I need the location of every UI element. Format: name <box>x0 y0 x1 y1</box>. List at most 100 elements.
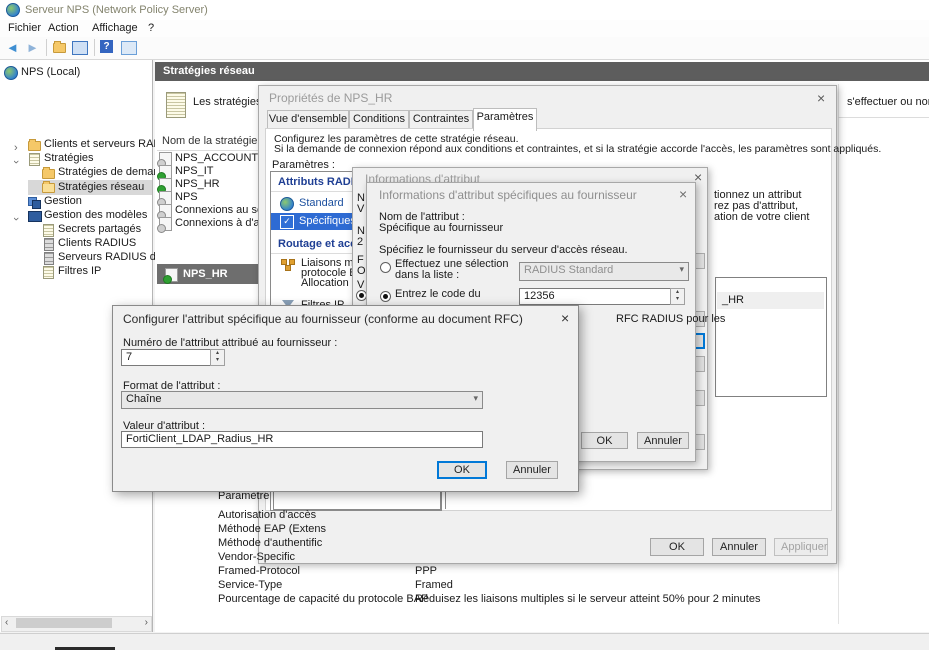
properties-window-icon[interactable] <box>121 41 137 55</box>
tree-item-label: Gestion des modèles <box>44 209 148 221</box>
select-from-list-label-line2: dans la liste : <box>395 269 460 281</box>
attribute-format-value: Chaîne <box>126 393 162 405</box>
attribute-value-listbox[interactable]: _HR <box>715 277 827 397</box>
templates-monitor-icon <box>28 211 42 222</box>
vendor-select-combobox[interactable]: RADIUS Standard ▾ <box>519 262 689 281</box>
tree-item-label: Gestion <box>44 195 82 207</box>
export-list-icon[interactable] <box>53 41 66 53</box>
close-icon[interactable]: × <box>817 91 825 105</box>
vendor-cancel-button[interactable]: Annuler <box>637 432 689 449</box>
tree-item-label: Filtres IP <box>58 265 102 277</box>
results-header-title: Stratégies réseau <box>163 65 255 77</box>
help-icon[interactable]: ? <box>100 40 113 53</box>
open-folder-icon <box>42 181 55 193</box>
nps-globe-icon <box>4 66 18 80</box>
policy-disabled-icon <box>157 191 172 207</box>
tree-item-label: Stratégies réseau <box>58 181 145 193</box>
back-fragment-v1: V <box>357 203 365 215</box>
rfc-attribute-dialog: Configurer l'attribut spécifique au four… <box>112 305 579 492</box>
policy-list-header[interactable]: Nom de la stratégie <box>162 135 257 148</box>
scroll-right-icon[interactable]: › <box>145 617 148 628</box>
folder-icon <box>42 167 55 179</box>
detail-row-value: PPP <box>415 565 438 577</box>
scroll-icon <box>29 153 40 166</box>
menu-help[interactable]: ? <box>148 22 154 35</box>
folder-icon <box>28 139 41 151</box>
window-title: Serveur NPS (Network Policy Server) <box>25 4 208 16</box>
policy-disabled-icon <box>157 152 172 168</box>
tree-horizontal-scrollbar[interactable]: ‹ › <box>1 616 152 632</box>
attribute-number-input[interactable]: 7 <box>121 349 211 366</box>
vendor-code-value: 12356 <box>524 290 555 302</box>
detail-row-label: Vendor-Specific <box>218 551 296 563</box>
tab-parametres[interactable]: Paramètres <box>473 108 537 131</box>
detail-row-label: Autorisation d'accès <box>218 509 317 521</box>
tree-item-strategies[interactable]: › Stratégies <box>10 152 94 170</box>
tab-conditions[interactable]: Conditions <box>349 110 409 130</box>
policy-disabled-icon <box>157 204 172 220</box>
policy-disabled-icon <box>157 217 172 233</box>
tree-item-label: Secrets partagés <box>58 223 142 235</box>
policy-enabled-icon <box>157 165 172 181</box>
tree-item-strategies-reseau[interactable]: Stratégies réseau <box>28 180 152 195</box>
app-globe-icon <box>6 3 20 17</box>
tree-item-gestion-modeles[interactable]: › Gestion des modèles <box>10 209 147 227</box>
chevron-down-icon[interactable]: › <box>10 217 22 221</box>
attribute-value-text: FortiClient_LDAP_Radius_HR <box>126 433 274 445</box>
close-icon[interactable]: × <box>561 311 569 325</box>
vendor-ok-button[interactable]: OK <box>581 432 628 449</box>
rfc-cancel-button[interactable]: Annuler <box>506 461 558 479</box>
attribute-value-input[interactable]: FortiClient_LDAP_Radius_HR <box>121 431 483 448</box>
toolbar-divider <box>46 39 47 56</box>
vendor-checkbox-icon: ✓ <box>280 215 294 229</box>
vendor-code-input[interactable]: 12356 <box>519 288 673 305</box>
policy-enabled-icon <box>157 178 172 194</box>
menu-action[interactable]: Action <box>48 22 79 35</box>
enter-code-radio[interactable] <box>380 291 391 302</box>
select-from-list-radio[interactable] <box>380 262 391 273</box>
server-icon <box>44 238 54 251</box>
tab-vue-densemble[interactable]: Vue d'ensemble <box>267 110 349 130</box>
menu-fichier[interactable]: Fichier <box>8 22 41 35</box>
attribute-name-value: Spécifique au fournisseur <box>379 222 504 234</box>
properties-dialog-title: Propriétés de NPS_HR <box>269 91 393 105</box>
chevron-down-icon[interactable]: › <box>10 160 22 164</box>
properties-apply-button[interactable]: Appliquer <box>774 538 828 556</box>
detail-row-value: Réduisez les liaisons multiples si le se… <box>415 593 761 605</box>
forward-icon[interactable]: ► <box>26 40 39 55</box>
back-fragment-2: 2 <box>357 236 364 248</box>
scrollbar-thumb[interactable] <box>16 618 112 628</box>
properties-ok-button[interactable]: OK <box>650 538 704 556</box>
rfc-ok-button[interactable]: OK <box>437 461 487 479</box>
attribute-format-combobox[interactable]: Chaîne ▾ <box>121 391 483 409</box>
toolbar-divider <box>94 39 95 56</box>
instruction-fragment-3: ation de votre client <box>714 211 810 223</box>
menu-bar: Fichier Action Affichage ? <box>0 20 929 37</box>
properties-cancel-button[interactable]: Annuler <box>712 538 766 556</box>
right-panel-divider <box>838 84 839 624</box>
close-icon[interactable]: × <box>679 187 687 201</box>
vendor-combo-value: RADIUS Standard <box>524 264 614 276</box>
back-icon[interactable]: ◄ <box>6 40 19 55</box>
repaint-artifact-line <box>445 489 446 509</box>
scroll-icon <box>43 224 54 237</box>
menu-affichage[interactable]: Affichage <box>92 22 138 35</box>
enter-code-label: Entrez le code du <box>395 288 481 300</box>
multilink-icon <box>281 259 295 271</box>
tab-contraintes[interactable]: Contraintes <box>409 110 473 130</box>
policy-scroll-icon <box>166 92 186 118</box>
vendor-code-spinner[interactable]: ▴ ▾ <box>670 288 685 305</box>
rfc-text-fragment: RFC RADIUS pour les <box>616 313 726 325</box>
selected-policy-bar: NPS_HR <box>157 264 258 284</box>
selected-policy-name: NPS_HR <box>183 268 228 280</box>
attribute-number-value: 7 <box>126 351 133 363</box>
attribute-value-row[interactable]: _HR <box>717 292 824 309</box>
server-icon <box>44 252 54 265</box>
attribute-number-spinner[interactable]: ▴ ▾ <box>210 349 225 366</box>
intro-text-right: s'effectuer ou non. <box>847 96 929 108</box>
specify-vendor-label: Spécifiez le fournisseur du serveur d'ac… <box>379 244 628 256</box>
nps-console-window: Serveur NPS (Network Policy Server) Fich… <box>0 0 929 650</box>
show-console-tree-icon[interactable] <box>72 41 88 55</box>
attribute-value-text: _HR <box>722 294 745 306</box>
scroll-left-icon[interactable]: ‹ <box>5 617 8 628</box>
